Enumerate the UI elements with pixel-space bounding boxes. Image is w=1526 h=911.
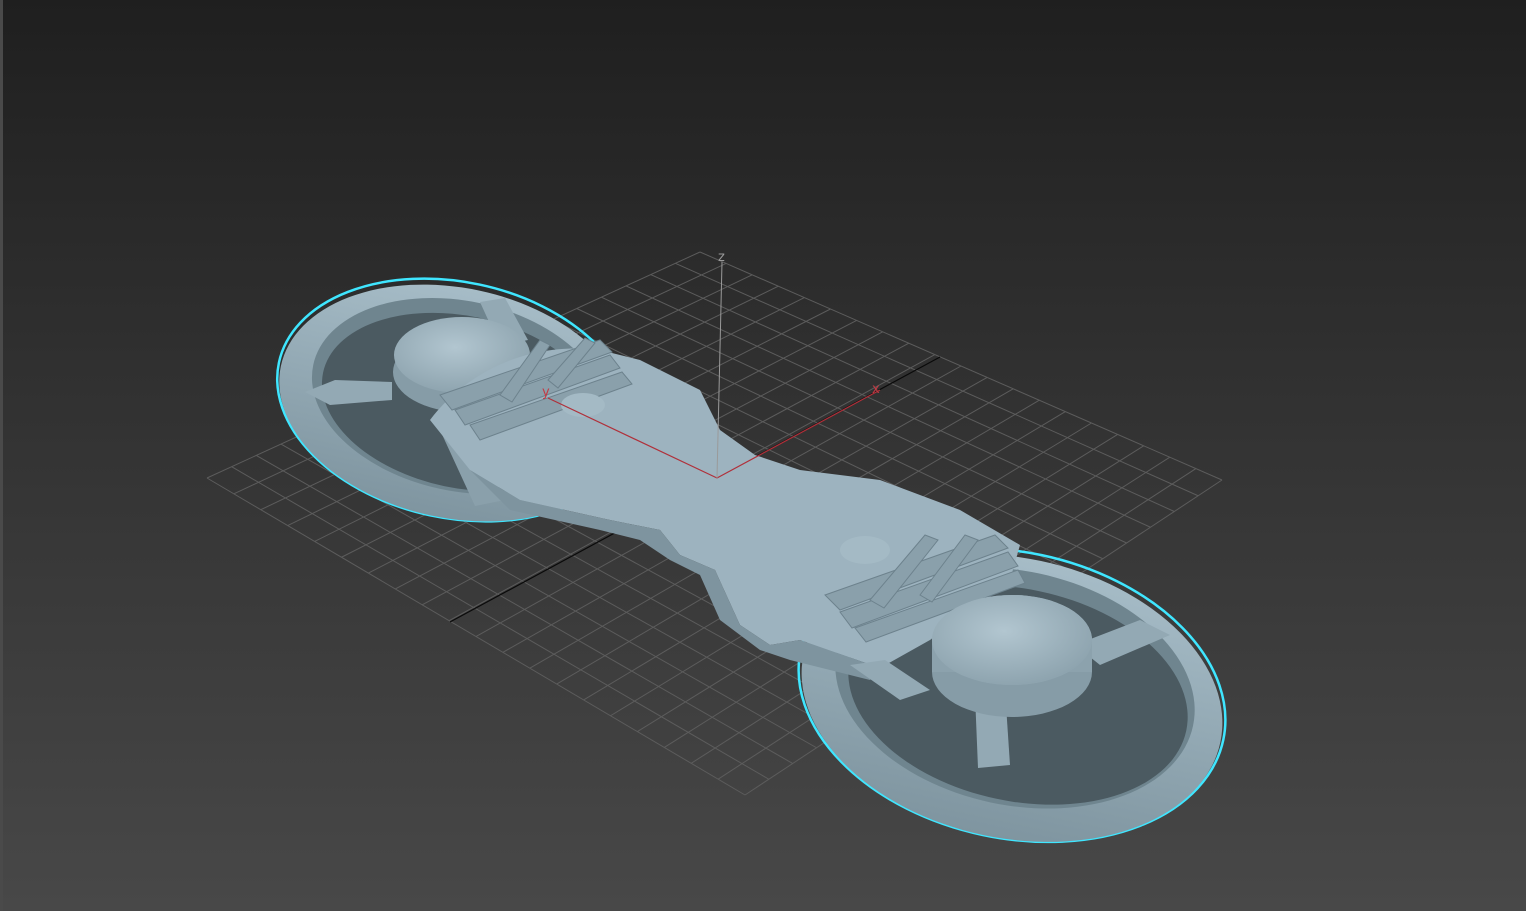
spinner-mesh[interactable] bbox=[254, 247, 1253, 880]
3d-viewport[interactable]: x y z bbox=[0, 0, 1526, 911]
axis-label-z: z bbox=[718, 250, 725, 265]
local-x-axis-line bbox=[716, 389, 881, 479]
axis-label-y: y bbox=[542, 385, 550, 400]
left-small-boss bbox=[561, 393, 605, 417]
right-small-boss bbox=[840, 536, 890, 564]
axis-label-x: x bbox=[872, 382, 880, 397]
viewport-scene[interactable]: x y z bbox=[0, 0, 1526, 911]
right-hub-cap bbox=[932, 595, 1092, 685]
